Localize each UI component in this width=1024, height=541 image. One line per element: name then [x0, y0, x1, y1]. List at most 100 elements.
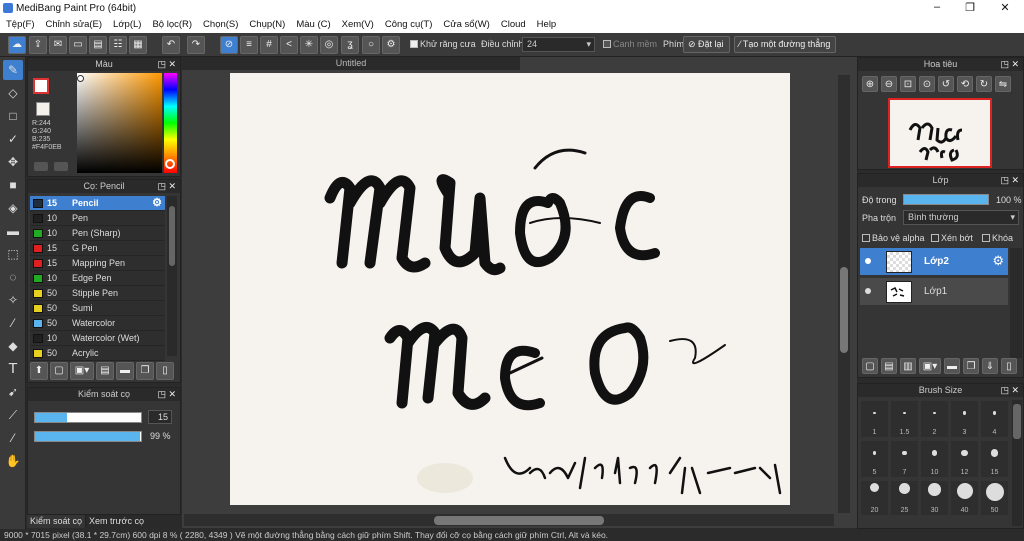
brush-size-cell[interactable]: 12 — [951, 441, 978, 477]
comment-icon[interactable]: ✉ — [49, 36, 67, 54]
select-pen-icon[interactable]: ⁄ — [3, 313, 23, 333]
horizontal-scroll-thumb[interactable] — [434, 516, 604, 525]
vertical-scroll-thumb[interactable] — [840, 267, 848, 353]
brush-size-cell[interactable]: 5 — [861, 441, 888, 477]
menu-edit[interactable]: Chỉnh sửa(E) — [40, 17, 108, 33]
tab-brush-control[interactable]: Kiểm soát cọ — [27, 515, 87, 528]
brush-size-cell[interactable]: 30 — [921, 481, 948, 515]
straight-line-button[interactable]: ⁄ Tạo một đường thẳng — [734, 36, 836, 53]
gear-icon[interactable]: ⚙ — [152, 196, 162, 211]
layer-name[interactable]: Lớp1 — [924, 286, 947, 297]
rotate-right-icon[interactable]: ↻ — [976, 76, 992, 92]
zoom-out-icon[interactable]: ⊖ — [881, 76, 897, 92]
brush-cloud-icon[interactable]: ⬆ — [30, 362, 48, 380]
undo-icon[interactable]: ↶ — [162, 36, 180, 54]
zoom-in-icon[interactable]: ⊕ — [862, 76, 878, 92]
close-button[interactable]: ✕ — [990, 1, 1020, 16]
folder-icon[interactable]: ▬ — [944, 358, 960, 374]
close-icon[interactable]: ✕ — [168, 388, 176, 401]
gear-icon[interactable]: ⚙ — [992, 253, 1004, 269]
folder-icon[interactable]: ▬ — [116, 362, 134, 380]
gradient-tool-icon[interactable]: ▬ — [3, 221, 23, 241]
layer-scrollbar[interactable] — [1010, 248, 1022, 358]
antialias-checkbox[interactable]: Khử răng cưa — [410, 39, 476, 49]
brush-item[interactable]: 10 Edge Pen — [30, 271, 165, 286]
bucket-tool-icon[interactable]: ◈ — [3, 198, 23, 218]
snap-curve-icon[interactable]: ʓ — [341, 36, 359, 54]
duplicate-layer-icon[interactable]: ❐ — [963, 358, 979, 374]
delete-layer-icon[interactable]: ▯ — [1001, 358, 1017, 374]
eraser-tool-icon[interactable]: ◇ — [3, 83, 23, 103]
fit-window-icon[interactable]: ⊡ — [900, 76, 916, 92]
brush-size-cell[interactable]: 25 — [891, 481, 918, 515]
redo-icon[interactable]: ↷ — [187, 36, 205, 54]
merge-down-icon[interactable]: ⇓ — [982, 358, 998, 374]
layer-row[interactable]: Lớp1 — [860, 278, 1008, 306]
layer-opacity-slider[interactable] — [903, 194, 989, 205]
undock-icon[interactable]: ◳ — [157, 180, 166, 193]
horizontal-scrollbar[interactable] — [184, 514, 834, 526]
lasso-tool-icon[interactable]: ◌ — [3, 267, 23, 287]
minimize-button[interactable]: – — [922, 1, 952, 16]
close-icon[interactable]: ✕ — [168, 180, 176, 193]
transparent-swatch[interactable] — [36, 102, 50, 116]
rotate-left-icon[interactable]: ↺ — [938, 76, 954, 92]
brush-size-cell[interactable]: 1.5 — [891, 401, 918, 437]
select-eraser-icon[interactable]: ◆ — [3, 336, 23, 356]
brush-size-cell[interactable]: 50 — [981, 481, 1008, 515]
brush-item[interactable]: 50 Stipple Pen — [30, 286, 165, 301]
hand-tool-icon[interactable]: ✋ — [3, 451, 23, 471]
rect-tool-icon[interactable]: □ — [3, 106, 23, 126]
brush-item[interactable]: 10 Pen (Sharp) — [30, 226, 165, 241]
brush-size-cell[interactable]: 15 — [981, 441, 1008, 477]
menu-help[interactable]: Help — [531, 17, 562, 33]
drawing-canvas[interactable] — [230, 73, 790, 505]
new-halftone-icon[interactable]: ▥ — [900, 358, 916, 374]
brush-list-scrollbar[interactable] — [167, 196, 177, 356]
color-palette-button[interactable] — [54, 162, 68, 171]
snap-radial-icon[interactable]: ✳ — [300, 36, 318, 54]
hue-slider[interactable] — [164, 73, 177, 173]
undock-icon[interactable]: ◳ — [1000, 384, 1009, 397]
menu-view[interactable]: Xem(V) — [336, 17, 379, 33]
add-brush-icon[interactable]: ▣▾ — [70, 362, 94, 380]
menu-snap[interactable]: Chụp(N) — [243, 17, 290, 33]
undock-icon[interactable]: ◳ — [1000, 58, 1009, 71]
magic-wand-icon[interactable]: ✧ — [3, 290, 23, 310]
layer-name[interactable]: Lớp2 — [924, 256, 949, 267]
visibility-icon[interactable] — [865, 288, 871, 294]
new-layer-icon[interactable]: ▢ — [862, 358, 878, 374]
text-tool-icon[interactable]: T — [3, 359, 23, 379]
layer-row-active[interactable]: Lớp2 ⚙ — [860, 248, 1008, 276]
snap-off-icon[interactable]: ⊘ — [220, 36, 238, 54]
delete-icon[interactable]: ▯ — [156, 362, 174, 380]
share-icon[interactable]: ⇪ — [29, 36, 47, 54]
cloud-icon[interactable]: ☁ — [8, 36, 26, 54]
foreground-color-swatch[interactable] — [33, 78, 49, 94]
page-icon[interactable]: ▤ — [89, 36, 107, 54]
brush-size-cell[interactable]: 3 — [951, 401, 978, 437]
brush-size-cell[interactable]: 40 — [951, 481, 978, 515]
saturation-brightness-picker[interactable] — [77, 73, 162, 173]
reset-button[interactable]: ⊘ Đặt lại — [683, 36, 730, 53]
scroll-thumb[interactable] — [169, 206, 175, 266]
close-icon[interactable]: ✕ — [1011, 58, 1019, 71]
move-tool-icon[interactable]: ✥ — [3, 152, 23, 172]
flip-icon[interactable]: ⇋ — [995, 76, 1011, 92]
vertical-scrollbar[interactable] — [838, 75, 850, 513]
hue-cursor[interactable] — [165, 159, 175, 169]
snap-parallel-icon[interactable]: ≡ — [240, 36, 258, 54]
brush-size-scrollbar[interactable] — [1012, 400, 1022, 526]
maximize-button[interactable]: ❐ — [955, 1, 985, 16]
clipping-checkbox[interactable]: Xén bớt — [931, 233, 973, 243]
brush-item[interactable]: 15 Pencil ⚙ — [30, 196, 165, 211]
brush-copy-icon[interactable]: ▤ — [96, 362, 114, 380]
tab-brush-preview[interactable]: Xem trước cọ — [86, 515, 147, 528]
new-brush-icon[interactable]: ▢ — [50, 362, 68, 380]
snap-settings-icon[interactable]: ⚙ — [382, 36, 400, 54]
brush-opacity-slider[interactable] — [34, 431, 142, 442]
menu-select[interactable]: Chọn(S) — [197, 17, 243, 33]
document-tab[interactable]: Untitled — [182, 57, 520, 70]
protect-alpha-checkbox[interactable]: Bảo vệ alpha — [862, 233, 925, 243]
brush-size-cell[interactable]: 2 — [921, 401, 948, 437]
